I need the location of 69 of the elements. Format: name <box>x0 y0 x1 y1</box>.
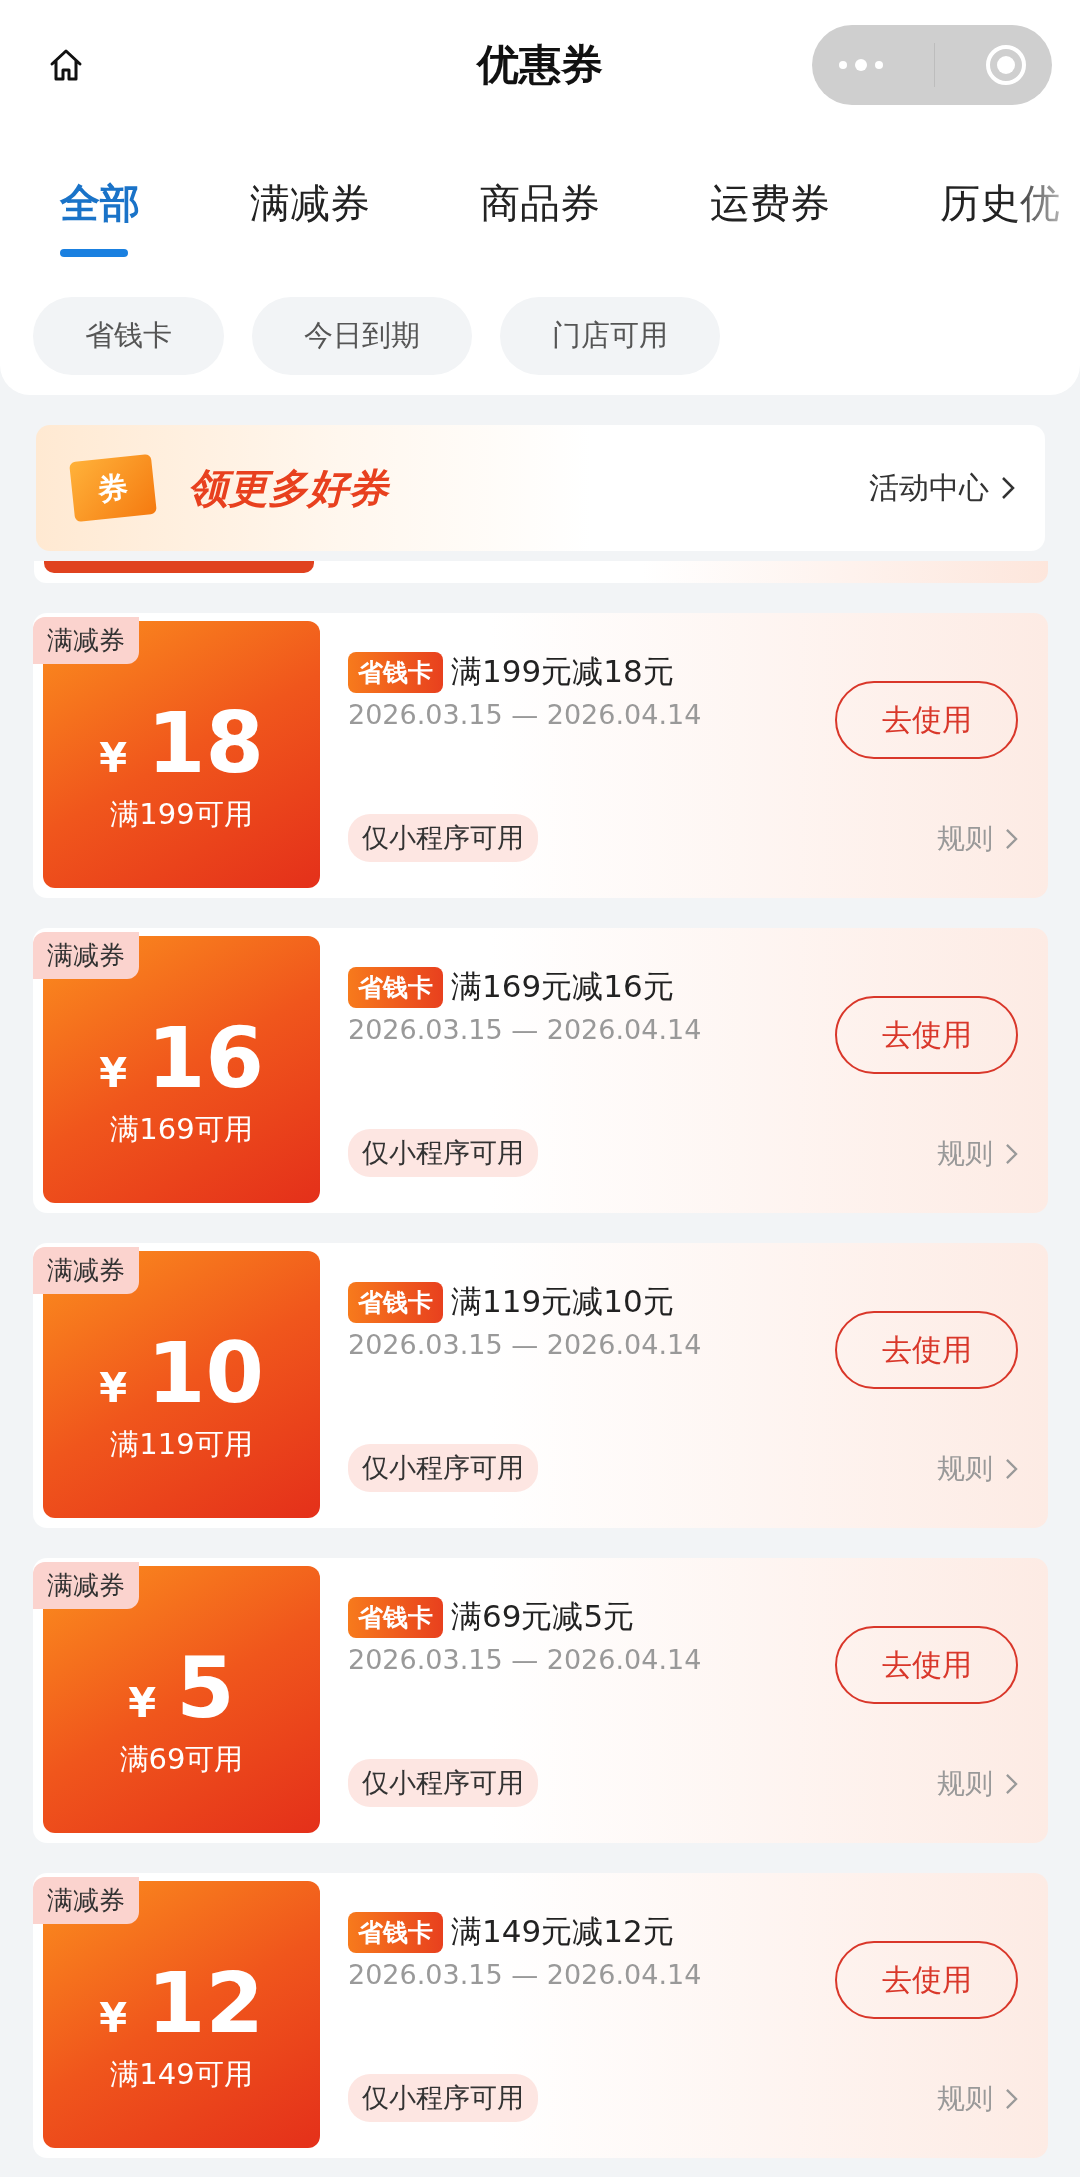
use-button[interactable]: 去使用 <box>835 1311 1018 1389</box>
tab[interactable]: 满减券 <box>250 175 370 257</box>
min-spend-condition: 满199可用 <box>110 795 253 833</box>
card-badge: 省钱卡 <box>348 1281 443 1323</box>
card-badge: 省钱卡 <box>348 966 443 1008</box>
filter-chip[interactable]: 省钱卡 <box>33 297 224 375</box>
discount-amount: 18 <box>146 696 264 789</box>
coupon-type-tag: 满减券 <box>33 1247 139 1294</box>
chevron-icon <box>1005 1773 1018 1795</box>
discount-amount: 16 <box>146 1011 264 1104</box>
use-button[interactable]: 去使用 <box>835 681 1018 759</box>
usage-scope-tag: 仅小程序可用 <box>348 2074 538 2122</box>
coupon-title: 满169元减16元 <box>451 967 674 1006</box>
validity-dates: 2026.03.15 — 2026.04.14 <box>348 699 703 730</box>
rules-link[interactable]: 规则 <box>937 1765 1018 1803</box>
chevron-icon <box>1005 1143 1018 1165</box>
coupon-type-tag: 满减券 <box>33 617 139 664</box>
chevron-icon <box>1005 1458 1018 1480</box>
currency-sign: ¥ <box>99 734 127 781</box>
card-badge: 省钱卡 <box>348 651 443 693</box>
chevron-icon <box>1005 828 1018 850</box>
filter-chip[interactable]: 门店可用 <box>500 297 720 375</box>
coupon-type-tag: 满减券 <box>33 1562 139 1609</box>
banner-title: 领更多好券 <box>188 463 388 513</box>
tab[interactable]: 商品券 <box>480 175 600 257</box>
min-spend-condition: 满169可用 <box>110 1110 253 1148</box>
card-badge: 省钱卡 <box>348 1596 443 1638</box>
usage-scope-tag: 仅小程序可用 <box>348 814 538 862</box>
coupon-type-tag: 满减券 <box>33 1877 139 1924</box>
use-button[interactable]: 去使用 <box>835 1626 1018 1704</box>
rules-link[interactable]: 规则 <box>937 820 1018 858</box>
use-button[interactable]: 去使用 <box>835 1941 1018 2019</box>
usage-scope-tag: 仅小程序可用 <box>348 1759 538 1807</box>
usage-scope-tag: 仅小程序可用 <box>348 1444 538 1492</box>
coupon-type-tag: 满减券 <box>33 932 139 979</box>
chevron-icon <box>1001 476 1015 500</box>
coupon-title: 满119元减10元 <box>451 1282 674 1321</box>
coupon-title: 满149元减12元 <box>451 1912 674 1951</box>
rules-link[interactable]: 规则 <box>937 1450 1018 1488</box>
chevron-icon <box>1005 2088 1018 2110</box>
usage-scope-tag: 仅小程序可用 <box>348 1129 538 1177</box>
coupon-title: 满199元减18元 <box>451 652 674 691</box>
currency-sign: ¥ <box>128 1679 157 1726</box>
coupon-title: 满69元减5元 <box>451 1597 635 1636</box>
rules-link[interactable]: 规则 <box>937 1135 1018 1173</box>
tab[interactable]: 运费券 <box>710 175 830 257</box>
promo-banner[interactable]: 券 领更多好券 活动中心 <box>36 425 1045 551</box>
ticket-icon: 券 <box>69 453 157 523</box>
currency-sign: ¥ <box>99 1364 127 1411</box>
tab[interactable]: 历史优 <box>940 175 1060 257</box>
filter-chip[interactable]: 今日到期 <box>252 297 472 375</box>
min-spend-condition: 满119可用 <box>110 1425 253 1463</box>
currency-sign: ¥ <box>99 1049 127 1096</box>
discount-amount: 10 <box>146 1326 264 1419</box>
validity-dates: 2026.03.15 — 2026.04.14 <box>348 1959 703 1990</box>
validity-dates: 2026.03.15 — 2026.04.14 <box>348 1014 703 1045</box>
discount-amount: 12 <box>146 1956 264 2049</box>
tab[interactable]: 全部 <box>60 175 140 257</box>
validity-dates: 2026.03.15 — 2026.04.14 <box>348 1644 703 1675</box>
currency-sign: ¥ <box>99 1994 127 2041</box>
rules-link[interactable]: 规则 <box>937 2080 1018 2118</box>
min-spend-condition: 满149可用 <box>110 2055 253 2093</box>
min-spend-condition: 满69可用 <box>119 1740 244 1778</box>
card-badge: 省钱卡 <box>348 1911 443 1953</box>
page-title: 优惠券 <box>475 39 604 91</box>
activity-link[interactable]: 活动中心 <box>869 467 1015 509</box>
validity-dates: 2026.03.15 — 2026.04.14 <box>348 1329 703 1360</box>
discount-amount: 5 <box>176 1641 235 1734</box>
use-button[interactable]: 去使用 <box>835 996 1018 1074</box>
